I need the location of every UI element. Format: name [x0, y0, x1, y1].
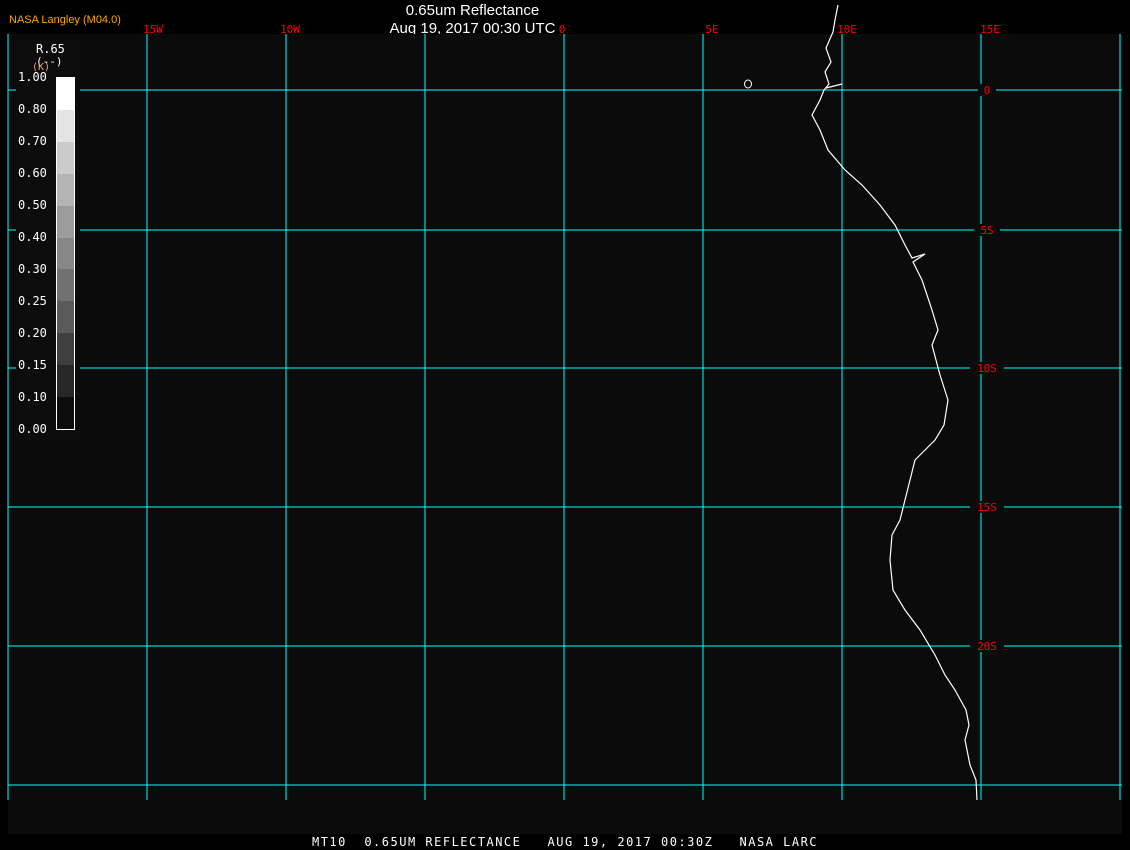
- colorbar-tick-label: 1.00: [18, 70, 47, 84]
- colorbar-tick-label: 0.40: [18, 230, 47, 244]
- footer-caption: MT10 0.65UM REFLECTANCE AUG 19, 2017 00:…: [311, 835, 819, 849]
- colorbar-segment: [57, 173, 74, 206]
- colorbar-tick-label: 0.60: [18, 166, 47, 180]
- colorbar-segment: [57, 78, 74, 110]
- lon-label: 10E: [837, 23, 857, 36]
- colorbar-name: R.65: [36, 42, 65, 56]
- colorbar-tick-label: 0.25: [18, 294, 47, 308]
- colorbar-segment: [57, 237, 74, 270]
- colorbar-tick-label: 0.30: [18, 262, 47, 276]
- colorbar-tick-label: 0.20: [18, 326, 47, 340]
- colorbar-tick-label: 0.00: [18, 422, 47, 436]
- lon-label: 0: [559, 23, 566, 36]
- lon-label: 10W: [280, 23, 300, 36]
- colorbar-segment: [57, 365, 74, 398]
- map-background: [8, 34, 1122, 834]
- colorbar-tick-label: 0.70: [18, 134, 47, 148]
- lat-label: 5S: [980, 224, 993, 237]
- colorbar-tick-label: 0.80: [18, 102, 47, 116]
- lat-label: 15S: [977, 501, 997, 514]
- colorbar-tick-label: 0.15: [18, 358, 47, 372]
- colorbar-segment: [57, 397, 74, 429]
- lat-label: 20S: [977, 640, 997, 653]
- map-canvas[interactable]: 15W 10W 0 5E 10E 15E 0 5S 10S 15S 20S: [0, 0, 1130, 850]
- colorbar-segment: [57, 141, 74, 174]
- colorbar-tick-label: 0.50: [18, 198, 47, 212]
- lat-label: 0: [984, 84, 991, 97]
- colorbar-tick-label: 0.10: [18, 390, 47, 404]
- colorbar-segment: [57, 269, 74, 302]
- colorbar-segment: [57, 205, 74, 238]
- colorbar-segment: [57, 333, 74, 366]
- lat-label: 10S: [977, 362, 997, 375]
- colorbar-segment: [57, 301, 74, 334]
- colorbar-segment: [57, 109, 74, 142]
- lon-label: 15W: [143, 23, 163, 36]
- lon-label: 5E: [705, 23, 718, 36]
- colorbar: [56, 77, 75, 430]
- lon-label: 15E: [980, 23, 1000, 36]
